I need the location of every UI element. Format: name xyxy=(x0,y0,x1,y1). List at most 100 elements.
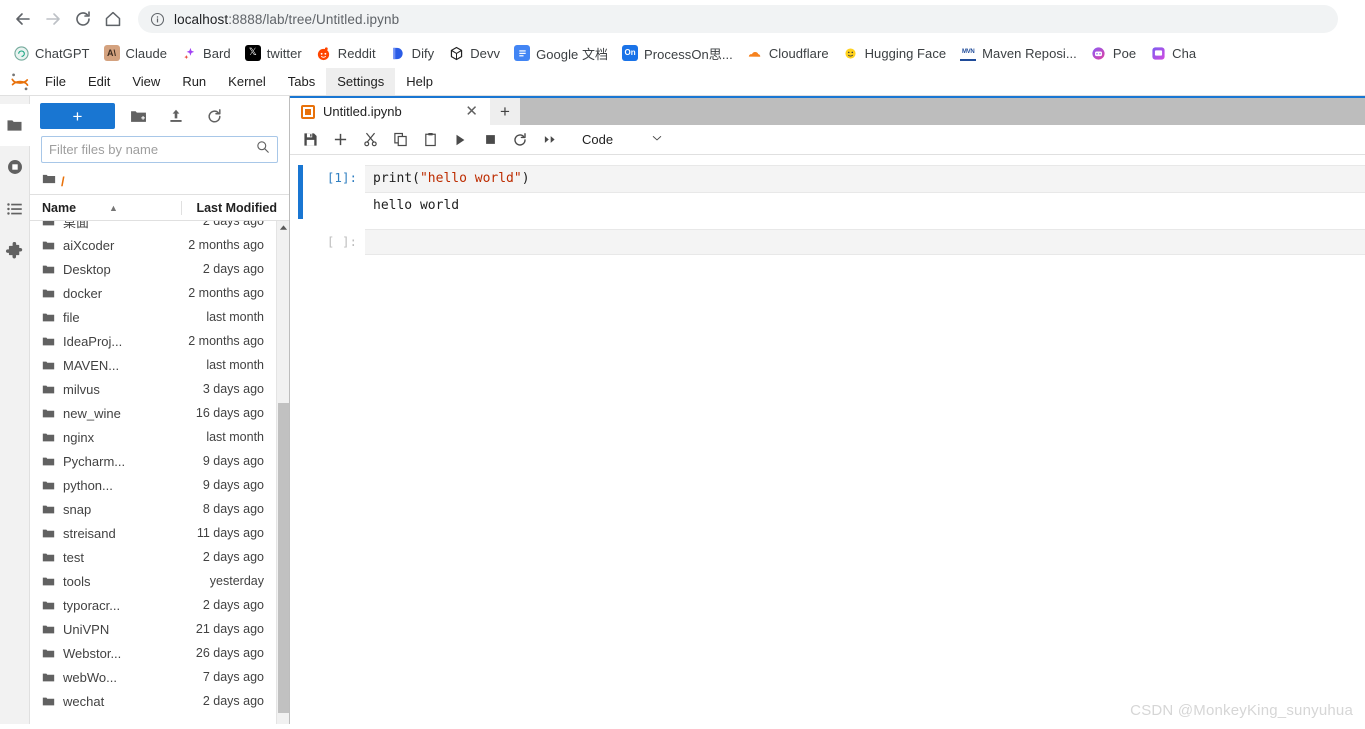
menu-run[interactable]: Run xyxy=(171,68,217,95)
folder-icon xyxy=(42,239,55,252)
file-modified: last month xyxy=(206,358,264,372)
back-button[interactable] xyxy=(8,4,38,34)
file-list-item[interactable]: IdeaProj... 2 months ago xyxy=(30,329,276,353)
bookmark-google-docs[interactable]: Google 文档 xyxy=(507,41,615,65)
home-button[interactable] xyxy=(98,4,128,34)
file-list-item[interactable]: webWo... 7 days ago xyxy=(30,665,276,689)
file-modified: 21 days ago xyxy=(195,622,264,636)
file-list-item[interactable]: new_wine 16 days ago xyxy=(30,401,276,425)
file-list-item[interactable]: milvus 3 days ago xyxy=(30,377,276,401)
menu-file[interactable]: File xyxy=(34,68,77,95)
file-list-item[interactable]: streisand 11 days ago xyxy=(30,521,276,545)
menu-tabs[interactable]: Tabs xyxy=(277,68,326,95)
new-folder-icon[interactable] xyxy=(123,103,153,129)
file-filter[interactable] xyxy=(41,136,278,163)
cell-editor[interactable] xyxy=(365,229,1365,255)
file-list: 桌面 2 days ago aiXcoder 2 months ago Desktop 2… xyxy=(30,221,276,724)
file-list-scrollbar[interactable] xyxy=(276,221,289,724)
bookmark-devv[interactable]: Devv xyxy=(441,41,507,65)
file-list-item[interactable]: 桌面 2 days ago xyxy=(30,221,276,233)
file-list-item[interactable]: UniVPN 21 days ago xyxy=(30,617,276,641)
bookmark-processon[interactable]: On ProcessOn思... xyxy=(615,41,740,65)
file-list-item[interactable]: test 2 days ago xyxy=(30,545,276,569)
file-list-item[interactable]: tools yesterday xyxy=(30,569,276,593)
search-input[interactable] xyxy=(49,142,256,157)
jupyterlab-main: + / xyxy=(0,96,1365,724)
address-bar[interactable]: localhost:8888/lab/tree/Untitled.ipynb xyxy=(138,5,1338,33)
file-list-item[interactable]: MAVEN... last month xyxy=(30,353,276,377)
menu-settings[interactable]: Settings xyxy=(326,68,396,95)
file-list-item[interactable]: docker 2 months ago xyxy=(30,281,276,305)
insert-cell-button[interactable] xyxy=(326,127,354,153)
file-name: wechat xyxy=(63,693,105,709)
upload-icon[interactable] xyxy=(161,103,191,129)
menu-kernel[interactable]: Kernel xyxy=(217,68,277,95)
scrollbar-thumb[interactable] xyxy=(278,403,289,713)
new-tab-button[interactable]: + xyxy=(490,98,520,125)
save-button[interactable] xyxy=(296,127,324,153)
sidebar-item-command-palette[interactable] xyxy=(0,188,30,230)
breadcrumb[interactable]: / xyxy=(30,169,289,195)
file-list-item[interactable]: snap 8 days ago xyxy=(30,497,276,521)
refresh-icon[interactable] xyxy=(199,103,229,129)
cell-type-dropdown[interactable]: Code xyxy=(582,128,663,152)
bookmark-twitter[interactable]: 𝕏 twitter xyxy=(238,41,309,65)
file-modified: 11 days ago xyxy=(196,526,264,540)
cell-editor[interactable]: print("hello world") xyxy=(365,165,1365,193)
file-list-item[interactable]: file last month xyxy=(30,305,276,329)
bookmark-maven[interactable]: MVN Maven Reposi... xyxy=(953,41,1084,65)
bookmark-chatgpt[interactable]: ChatGPT xyxy=(6,41,97,65)
file-list-item[interactable]: aiXcoder 2 months ago xyxy=(30,233,276,257)
notebook-cell-input[interactable]: [ ]: xyxy=(290,229,1365,255)
column-header-name[interactable]: Name ▲ xyxy=(42,201,181,215)
file-modified: 26 days ago xyxy=(195,646,264,660)
file-list-item[interactable]: wechat 2 days ago xyxy=(30,689,276,713)
cell-output-text: hello world xyxy=(365,193,1365,219)
file-list-item[interactable]: nginx last month xyxy=(30,425,276,449)
bookmark-hugging-face[interactable]: Hugging Face xyxy=(836,41,954,65)
menu-help[interactable]: Help xyxy=(395,68,444,95)
folder-icon xyxy=(42,695,55,708)
tab-untitled-ipynb[interactable]: Untitled.ipynb ✕ xyxy=(290,98,490,125)
breadcrumb-root[interactable]: / xyxy=(61,174,65,189)
bookmark-claude[interactable]: A\ Claude xyxy=(97,41,175,65)
new-launcher-button[interactable]: + xyxy=(40,103,115,129)
file-modified: 3 days ago xyxy=(202,382,264,396)
column-header-last-modified[interactable]: Last Modified xyxy=(181,200,289,215)
sidebar-item-extension-manager[interactable] xyxy=(0,230,30,272)
address-text: localhost:8888/lab/tree/Untitled.ipynb xyxy=(174,12,399,27)
cut-button[interactable] xyxy=(356,127,384,153)
file-list-item[interactable]: python... 9 days ago xyxy=(30,473,276,497)
bookmark-poe[interactable]: Poe xyxy=(1084,41,1143,65)
file-filter-wrapper xyxy=(30,136,289,169)
stop-button[interactable] xyxy=(476,127,504,153)
hugging-face-icon xyxy=(842,45,859,61)
bookmark-dify[interactable]: Dify xyxy=(383,41,442,65)
reload-button[interactable] xyxy=(68,4,98,34)
bookmark-label: Google 文档 xyxy=(536,46,609,62)
bookmark-bard[interactable]: Bard xyxy=(174,41,238,65)
file-list-item[interactable]: Desktop 2 days ago xyxy=(30,257,276,281)
menu-view[interactable]: View xyxy=(121,68,171,95)
copy-button[interactable] xyxy=(386,127,414,153)
sidebar-item-file-browser[interactable] xyxy=(0,104,30,146)
bookmark-chat[interactable]: Cha xyxy=(1143,41,1203,65)
sidebar-item-running-kernels[interactable] xyxy=(0,146,30,188)
bookmark-reddit[interactable]: Reddit xyxy=(309,41,383,65)
restart-button[interactable] xyxy=(506,127,534,153)
chatgpt-icon xyxy=(13,45,29,61)
paste-button[interactable] xyxy=(416,127,444,153)
file-list-item[interactable]: Webstor... 26 days ago xyxy=(30,641,276,665)
bookmark-cloudflare[interactable]: Cloudflare xyxy=(740,41,836,65)
menu-edit[interactable]: Edit xyxy=(77,68,121,95)
file-list-item[interactable]: typoracr... 2 days ago xyxy=(30,593,276,617)
scroll-up-icon[interactable] xyxy=(277,221,289,233)
file-browser-panel: + / xyxy=(30,96,290,724)
run-button[interactable] xyxy=(446,127,474,153)
close-icon[interactable]: ✕ xyxy=(461,104,482,119)
info-circle-icon[interactable] xyxy=(150,12,165,27)
forward-button[interactable] xyxy=(38,4,68,34)
file-list-item[interactable]: Pycharm... 9 days ago xyxy=(30,449,276,473)
run-all-button[interactable] xyxy=(536,127,564,153)
notebook-cell-input[interactable]: [1]: print("hello world") xyxy=(290,165,1365,193)
